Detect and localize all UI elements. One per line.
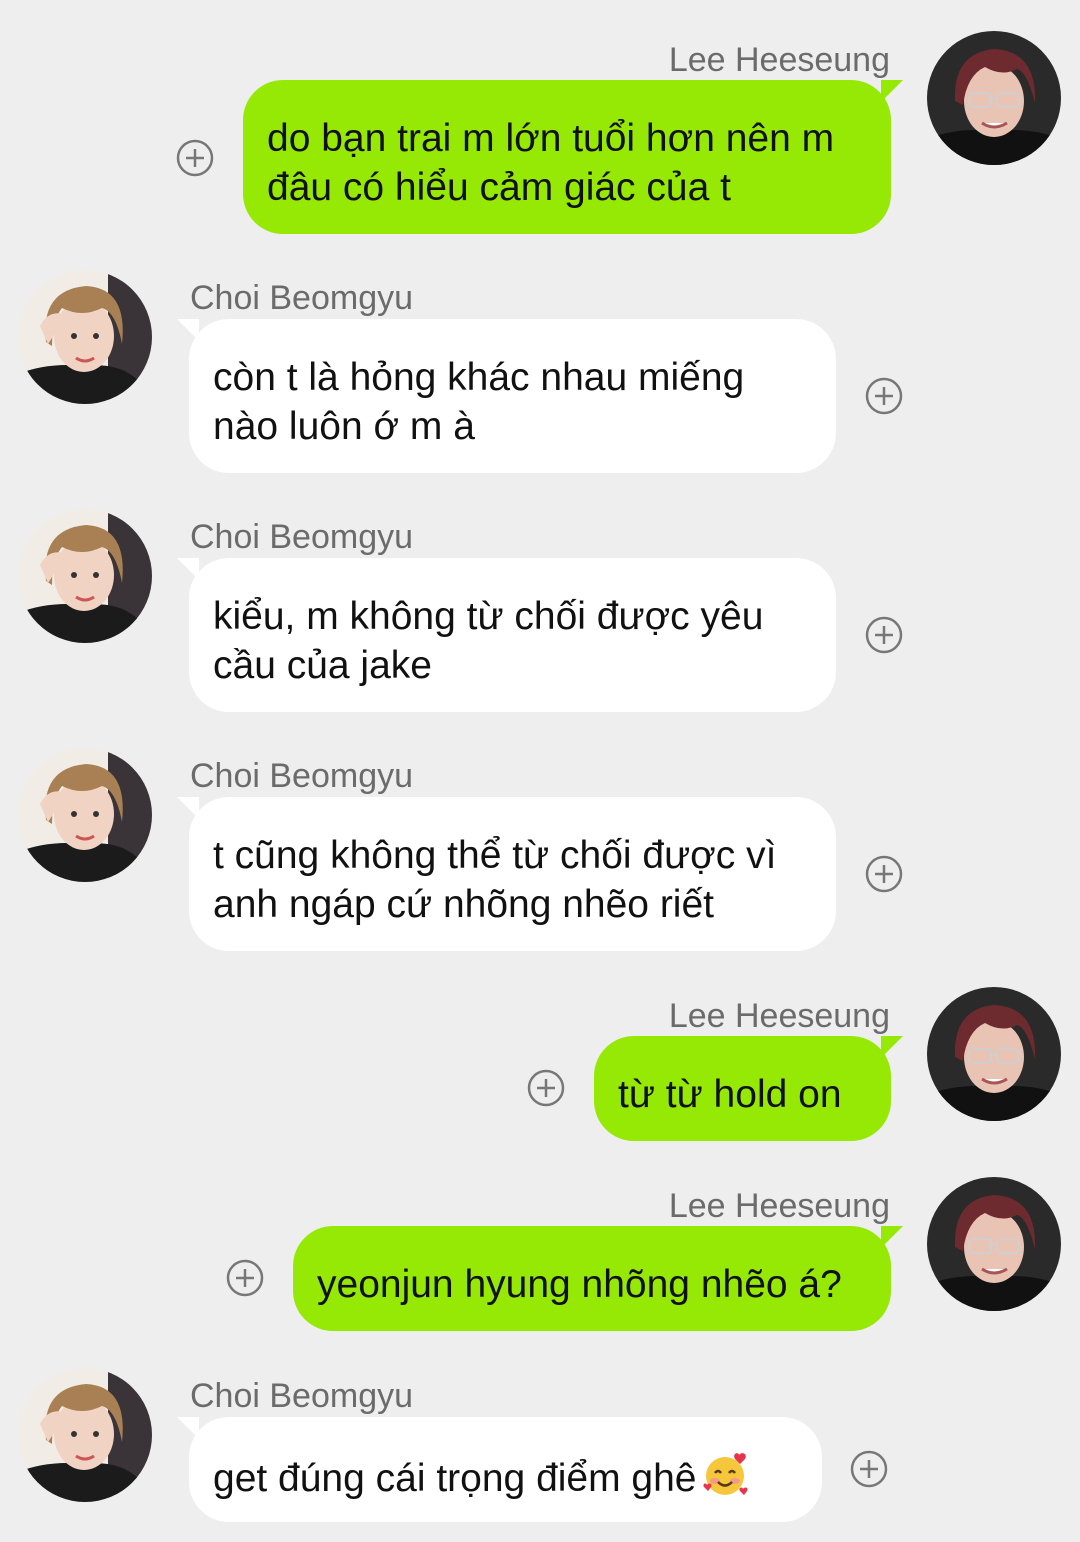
heeseung-avatar-icon (927, 987, 1061, 1121)
message-bubble[interactable]: do bạn trai m lớn tuổi hơn nên m đâu có … (243, 80, 903, 234)
message-text: get đúng cái trọng điểm ghê (213, 1451, 796, 1503)
message-incoming: Choi Beomgyu t cũng không thể từ chối đư… (0, 728, 1080, 978)
add-reaction-button[interactable] (865, 855, 903, 893)
sender-name: Choi Beomgyu (190, 757, 414, 795)
message-bubble[interactable]: t cũng không thể từ chối được vì anh ngá… (177, 797, 836, 951)
message-bubble[interactable]: yeonjun hyung nhõng nhẽo á? (293, 1226, 903, 1331)
message-outgoing: Lee Heeseung từ từ hold on (0, 978, 1080, 1158)
add-reaction-button[interactable] (865, 616, 903, 654)
sender-name: Lee Heeseung (668, 41, 890, 79)
avatar-lee-heeseung[interactable] (927, 31, 1061, 165)
avatar-choi-beomgyu[interactable] (18, 509, 152, 643)
message-text: t cũng không thể từ chối được vì anh ngá… (213, 834, 777, 926)
message-bubble[interactable]: kiểu, m không từ chối được yêu cầu của j… (177, 558, 836, 712)
message-text: từ từ hold on (618, 1073, 842, 1116)
sender-name: Choi Beomgyu (190, 518, 414, 556)
message-incoming: Choi Beomgyu kiểu, m không từ chối được … (0, 489, 1080, 729)
heeseung-avatar-icon (927, 1177, 1061, 1311)
avatar-lee-heeseung[interactable] (927, 987, 1061, 1121)
beomgyu-avatar-icon (18, 748, 152, 882)
smiling-face-with-hearts-emoji (702, 1453, 748, 1495)
circle-plus-icon (176, 139, 214, 177)
circle-plus-icon (865, 377, 903, 415)
message-incoming: Choi Beomgyu còn t là hỏng khác nhau miế… (0, 250, 1080, 490)
avatar-choi-beomgyu[interactable] (18, 1368, 152, 1502)
add-reaction-button[interactable] (865, 377, 903, 415)
add-reaction-button[interactable] (176, 139, 214, 177)
bubble-tail (881, 80, 903, 102)
sender-name: Lee Heeseung (668, 1187, 890, 1225)
bubble-tail (177, 797, 199, 819)
sender-name: Lee Heeseung (668, 997, 890, 1035)
beomgyu-avatar-icon (18, 1368, 152, 1502)
heeseung-avatar-icon (927, 31, 1061, 165)
message-text: do bạn trai m lớn tuổi hơn nên m đâu có … (267, 117, 835, 209)
bubble-tail (881, 1036, 903, 1058)
message-bubble[interactable]: get đúng cái trọng điểm ghê (177, 1417, 822, 1522)
circle-plus-icon (527, 1069, 565, 1107)
sender-name: Choi Beomgyu (190, 279, 414, 317)
message-text-content: get đúng cái trọng điểm ghê (213, 1457, 697, 1500)
message-outgoing: Lee Heeseung yeonjun hyung nhõng nhẽo á? (0, 1168, 1080, 1348)
circle-plus-icon (226, 1259, 264, 1297)
circle-plus-icon (865, 855, 903, 893)
chat-thread: Lee Heeseung do bạn trai m lớn tuổi hơn … (0, 0, 1080, 1542)
message-text: còn t là hỏng khác nhau miếng nào luôn ớ… (213, 356, 745, 448)
message-text: kiểu, m không từ chối được yêu cầu của j… (213, 595, 764, 687)
avatar-lee-heeseung[interactable] (927, 1177, 1061, 1311)
message-bubble[interactable]: từ từ hold on (594, 1036, 903, 1141)
bubble-tail (881, 1226, 903, 1248)
bubble-tail (177, 558, 199, 580)
add-reaction-button[interactable] (850, 1450, 888, 1488)
beomgyu-avatar-icon (18, 509, 152, 643)
add-reaction-button[interactable] (527, 1069, 565, 1107)
bubble-tail (177, 1417, 199, 1439)
circle-plus-icon (850, 1450, 888, 1488)
message-outgoing: Lee Heeseung do bạn trai m lớn tuổi hơn … (0, 0, 1080, 250)
message-incoming: Choi Beomgyu get đúng cái trọng điểm ghê (0, 1348, 1080, 1542)
message-text: yeonjun hyung nhõng nhẽo á? (317, 1263, 842, 1306)
circle-plus-icon (865, 616, 903, 654)
add-reaction-button[interactable] (226, 1259, 264, 1297)
beomgyu-avatar-icon (18, 270, 152, 404)
avatar-choi-beomgyu[interactable] (18, 270, 152, 404)
bubble-tail (177, 319, 199, 341)
message-bubble[interactable]: còn t là hỏng khác nhau miếng nào luôn ớ… (177, 319, 836, 473)
sender-name: Choi Beomgyu (190, 1377, 414, 1415)
avatar-choi-beomgyu[interactable] (18, 748, 152, 882)
